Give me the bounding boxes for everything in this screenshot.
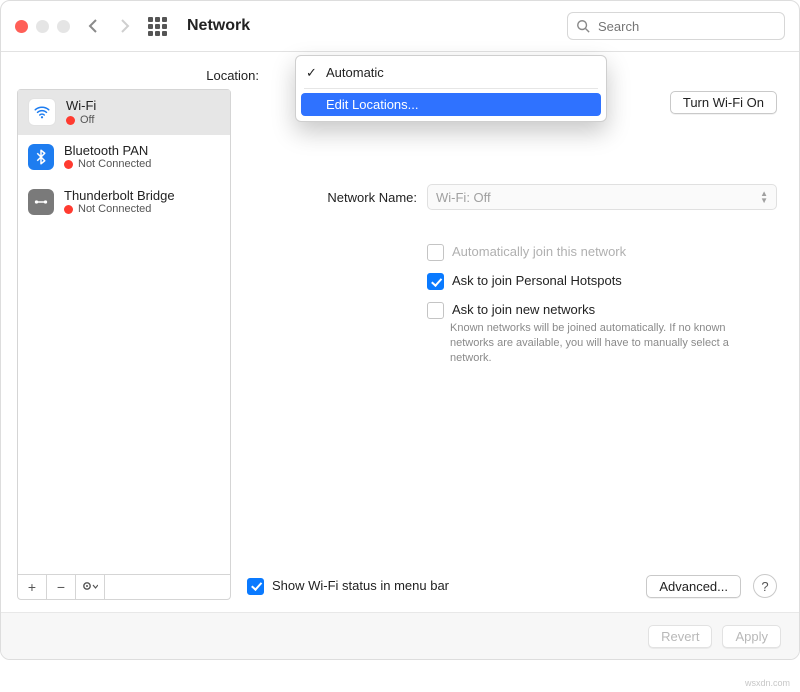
sidebar-footer: + − — [18, 574, 230, 599]
sidebar-item-status: Not Connected — [78, 158, 151, 171]
location-label: Location: — [1, 68, 259, 83]
help-button[interactable]: ? — [753, 574, 777, 598]
network-name-row: Network Name: Wi-Fi: Off ▲▼ — [247, 184, 777, 210]
search-icon — [576, 19, 590, 33]
apply-button[interactable]: Apply — [722, 625, 781, 648]
hotspots-checkbox[interactable]: Ask to join Personal Hotspots — [427, 273, 777, 290]
titlebar: Network — [1, 1, 799, 52]
dropdown-item-label: Edit Locations... — [326, 97, 419, 112]
location-option-automatic[interactable]: ✓ Automatic — [296, 61, 606, 84]
sidebar-item-bluetooth-pan[interactable]: Bluetooth PAN Not Connected — [18, 135, 230, 180]
status-dot-icon — [64, 205, 73, 214]
advanced-button[interactable]: Advanced... — [646, 575, 741, 598]
dropdown-item-label: Automatic — [326, 65, 384, 80]
status-dot-icon — [66, 116, 75, 125]
show-all-button[interactable] — [148, 17, 167, 36]
sidebar-item-thunderbolt-bridge[interactable]: Thunderbolt Bridge Not Connected — [18, 180, 230, 225]
auto-join-checkbox[interactable]: Automatically join this network — [427, 244, 777, 261]
page-title: Network — [187, 17, 250, 35]
network-name-label: Network Name: — [247, 190, 417, 205]
options-group: Automatically join this network Ask to j… — [427, 244, 777, 366]
dialog-footer: Revert Apply — [1, 612, 799, 659]
watermark: wsxdn.com — [745, 678, 790, 688]
network-name-value: Wi-Fi: Off — [436, 190, 491, 205]
forward-button[interactable] — [116, 17, 134, 35]
interface-list: Wi-Fi Off Bluetooth PAN Not Connected — [18, 90, 230, 574]
search-input[interactable] — [596, 18, 776, 35]
search-field[interactable] — [567, 12, 785, 40]
new-networks-hint: Known networks will be joined automatica… — [450, 321, 750, 366]
thunderbolt-icon — [28, 189, 54, 215]
interfaces-sidebar: Wi-Fi Off Bluetooth PAN Not Connected — [17, 89, 231, 600]
new-networks-checkbox[interactable]: Ask to join new networks — [427, 302, 777, 319]
sidebar-item-status: Not Connected — [78, 203, 151, 216]
back-button[interactable] — [84, 17, 102, 35]
location-dropdown: ✓ Automatic Edit Locations... — [295, 55, 607, 122]
sidebar-item-label: Bluetooth PAN — [64, 143, 151, 159]
checkbox-label: Ask to join Personal Hotspots — [452, 273, 622, 288]
bluetooth-icon — [28, 144, 54, 170]
add-interface-button[interactable]: + — [18, 575, 47, 599]
location-option-edit[interactable]: Edit Locations... — [301, 93, 601, 116]
window-controls — [15, 20, 70, 33]
close-window-icon[interactable] — [15, 20, 28, 33]
checkbox-icon — [427, 244, 444, 261]
remove-interface-button[interactable]: − — [47, 575, 76, 599]
content-area: Wi-Fi Off Bluetooth PAN Not Connected — [1, 89, 799, 612]
updown-icon: ▲▼ — [760, 190, 768, 204]
chevron-left-icon — [87, 19, 99, 33]
sidebar-item-label: Wi-Fi — [66, 98, 96, 114]
network-name-popup[interactable]: Wi-Fi: Off ▲▼ — [427, 184, 777, 210]
main-panel: ✓ Automatic Edit Locations... Status: Of… — [241, 89, 783, 600]
sidebar-item-status: Off — [80, 114, 94, 127]
zoom-window-icon[interactable] — [57, 20, 70, 33]
wifi-icon — [28, 98, 56, 126]
gear-dropdown-icon — [82, 580, 98, 594]
sidebar-item-label: Thunderbolt Bridge — [64, 188, 175, 204]
status-dot-icon — [64, 160, 73, 169]
bottom-row: Show Wi-Fi status in menu bar Advanced..… — [241, 574, 783, 598]
checkmark-icon: ✓ — [306, 65, 317, 81]
checkbox-label: Show Wi-Fi status in menu bar — [272, 578, 449, 593]
checkbox-icon — [247, 578, 264, 595]
checkbox-icon — [427, 273, 444, 290]
sidebar-item-wifi[interactable]: Wi-Fi Off — [18, 90, 230, 135]
show-in-menubar-checkbox[interactable]: Show Wi-Fi status in menu bar — [247, 578, 449, 595]
checkbox-icon — [427, 302, 444, 319]
turn-wifi-on-button[interactable]: Turn Wi-Fi On — [670, 91, 777, 114]
revert-button[interactable]: Revert — [648, 625, 712, 648]
chevron-right-icon — [119, 19, 131, 33]
more-actions-button[interactable] — [76, 575, 105, 599]
minimize-window-icon[interactable] — [36, 20, 49, 33]
window-body: Location: Wi-Fi Off — [1, 52, 799, 659]
dropdown-separator — [304, 88, 598, 89]
preferences-window: Network Location: Wi-Fi Off — [0, 0, 800, 660]
checkbox-label: Ask to join new networks — [452, 302, 595, 317]
checkbox-label: Automatically join this network — [452, 244, 626, 259]
